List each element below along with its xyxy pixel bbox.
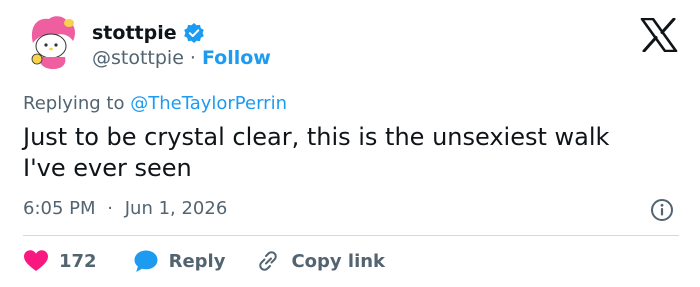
speech-bubble-icon	[134, 250, 158, 272]
tweet-time: 6:05 PM	[23, 198, 96, 219]
reply-mention-link[interactable]: @TheTaylorPerrin	[130, 93, 287, 114]
reply-prefix: Replying to	[23, 93, 125, 114]
separator-dot: ·	[189, 47, 196, 69]
link-icon	[259, 251, 278, 271]
reply-button[interactable]: Reply	[133, 249, 226, 273]
reply-context: Replying to @TheTaylorPerrin	[23, 93, 287, 114]
tweet-date: Jun 1, 2026	[124, 198, 228, 219]
avatar[interactable]	[23, 13, 81, 71]
timestamp-separator: ·	[107, 198, 113, 219]
handle-row: @stottpie · Follow	[92, 47, 271, 69]
action-bar: 172 Reply Copy link	[23, 247, 385, 275]
copy-link-button[interactable]: Copy link	[255, 249, 385, 273]
info-icon[interactable]	[650, 198, 674, 222]
handle[interactable]: @stottpie	[92, 47, 184, 69]
author-name-row: stottpie	[92, 20, 205, 46]
tweet-text: Just to be crystal clear, this is the un…	[23, 123, 610, 182]
like-button[interactable]: 172	[23, 249, 97, 273]
divider	[23, 235, 679, 236]
follow-button[interactable]: Follow	[202, 47, 271, 69]
copy-link-label: Copy link	[291, 250, 386, 272]
verified-badge-icon	[183, 23, 204, 43]
x-logo-icon[interactable]	[640, 18, 678, 52]
reply-label: Reply	[168, 250, 226, 272]
heart-icon	[24, 250, 48, 271]
tweet-timestamp[interactable]: 6:05 PM · Jun 1, 2026	[23, 198, 227, 219]
like-count: 172	[59, 250, 97, 272]
display-name[interactable]: stottpie	[92, 22, 177, 44]
